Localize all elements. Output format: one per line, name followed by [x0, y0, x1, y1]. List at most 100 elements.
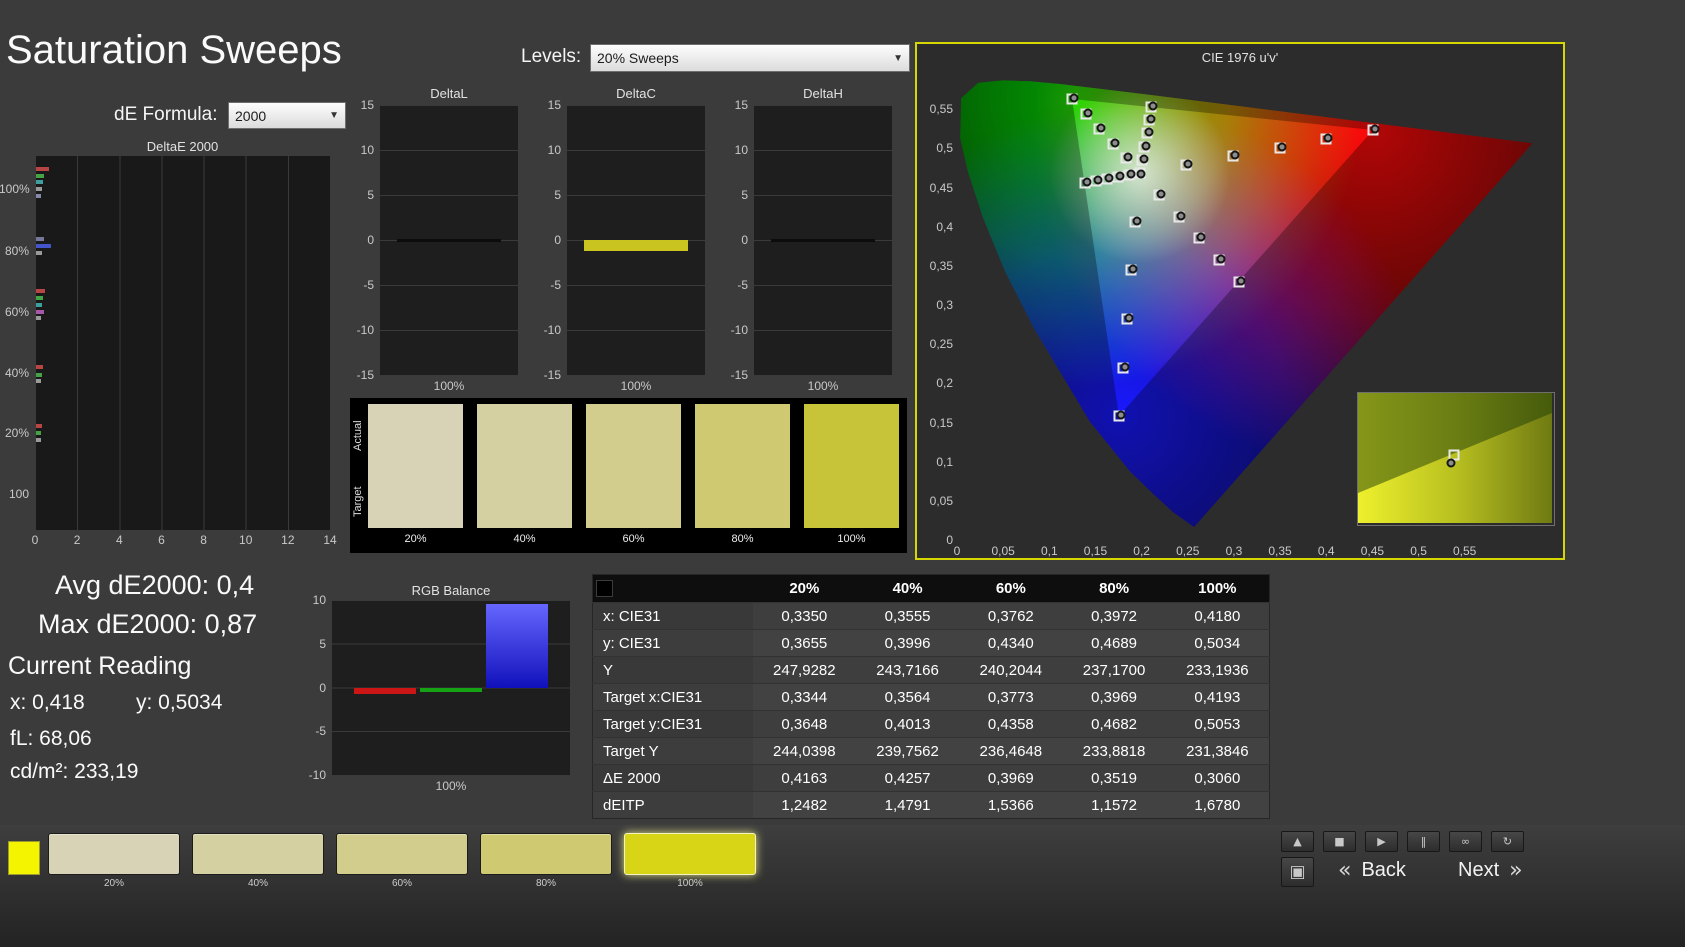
cie-y-tick-label: 0,5 — [936, 141, 953, 156]
saturation-swatch: 40% — [477, 404, 572, 545]
rgb-balance-y-axis: 10 5 0 -5 -10 — [300, 593, 328, 782]
saturation-step-label: 20% — [103, 878, 124, 889]
axis-tick-label: 0 — [319, 680, 326, 695]
table-header-row: 20% 40% 60% 80% 100% — [592, 574, 1270, 603]
cell-value: 1,1572 — [1062, 791, 1166, 819]
deltae-measurement-bar — [36, 372, 42, 377]
cell-value: 0,3648 — [752, 710, 856, 738]
stop-icon[interactable]: ■ — [1323, 831, 1356, 852]
deltal-x-label: 100% — [433, 379, 465, 393]
cie-x-tick-label: 0 — [953, 544, 961, 558]
play-icon[interactable]: ▶ — [1365, 831, 1398, 852]
levels-dropdown[interactable]: 20% Sweeps ▼ — [590, 44, 910, 72]
axis-tick-label: -5 — [737, 278, 748, 292]
cie-x-tick-label: 0,25 — [1176, 544, 1200, 558]
loop-icon[interactable]: ∞ — [1449, 831, 1482, 852]
inset-measure-marker — [1446, 458, 1456, 468]
deltae-measurement-bar — [36, 438, 41, 443]
row-label: dEITP — [592, 791, 753, 819]
axis-tick-label: 0 — [554, 233, 561, 247]
swatch-color — [586, 404, 681, 528]
table-row: ΔE 2000 0,4163 0,4257 0,3969 0,3519 0,3060 — [592, 764, 1270, 792]
cell-value: 0,3996 — [855, 629, 960, 657]
cie-measure-marker — [1183, 159, 1193, 169]
axis-tick-label: -10 — [356, 323, 374, 337]
refresh-icon[interactable]: ↻ — [1491, 831, 1524, 852]
pause-icon[interactable]: ‖ — [1407, 831, 1440, 852]
row-label: y: CIE31 — [592, 629, 753, 657]
deltae-measurement-bar — [36, 243, 52, 248]
axis-tick-label: 14 — [323, 533, 337, 547]
cie-y-tick-label: 0,1 — [936, 454, 953, 469]
axis-tick-label: 10 — [360, 143, 374, 157]
axis-tick-label: 100 — [8, 487, 29, 502]
column-header — [592, 574, 753, 603]
cell-value: 0,4257 — [855, 764, 960, 792]
cie-measure-marker — [1069, 93, 1079, 103]
saturation-step-swatch[interactable] — [624, 833, 756, 875]
cie-x-axis: 0 0,05 0,1 0,15 0,2 0,25 0,3 0,35 0,4 0,45 0,5 0,55 — [954, 544, 1567, 558]
axis-tick-label: 15 — [547, 98, 561, 112]
deltal-chart-title: DeltaL — [430, 86, 468, 101]
layout-icon[interactable]: ▣ — [1281, 857, 1314, 887]
current-reading-title: Current Reading — [8, 652, 192, 680]
cell-value: 247,9282 — [752, 656, 856, 684]
cie-y-tick-label: 0,3 — [936, 298, 953, 312]
blue-balance-bar — [486, 604, 548, 688]
column-header: 60% — [959, 574, 1063, 603]
deltac-chart-title: DeltaC — [616, 86, 656, 101]
cie-y-tick-label: 0,25 — [929, 337, 953, 352]
cie-measure-marker — [1126, 169, 1136, 179]
axis-tick-label: 10 — [734, 143, 748, 157]
saturation-step-label: 80% — [535, 878, 556, 889]
saturation-step-swatch[interactable] — [192, 833, 324, 875]
axis-tick-label: -5 — [363, 278, 374, 292]
axis-tick-label: -10 — [543, 323, 561, 337]
cie-y-tick-label: 0,45 — [929, 180, 953, 195]
deltae-y-axis: 100% 80% 60% 40% 20% 100 — [0, 156, 31, 530]
cell-value: 1,4791 — [855, 791, 960, 819]
deltae-measurement-bar — [36, 187, 42, 192]
saturation-step-swatch[interactable] — [480, 833, 612, 875]
saturation-step-swatch[interactable] — [48, 833, 180, 875]
deltae-measurement-bar — [36, 431, 41, 436]
deltal-bar — [397, 238, 501, 242]
cie-measure-marker — [1370, 124, 1380, 134]
swatch-items: 20% 40% 60% 80% 100% — [368, 404, 899, 545]
axis-tick-label: 0 — [31, 533, 39, 547]
de-formula-value: 2000 — [235, 107, 267, 124]
axis-tick-label: 2 — [73, 533, 81, 547]
deltae-chart — [35, 156, 331, 530]
deltah-bar — [771, 238, 875, 242]
cie-y-tick-label: 0,55 — [929, 102, 953, 117]
cell-value: 0,3519 — [1062, 764, 1166, 792]
swatch-label: 20% — [404, 533, 427, 545]
cie-x-tick-label: 0,55 — [1453, 544, 1477, 558]
cie-chart-panel[interactable]: CIE 1976 u'v' 0,55 0,5 0,45 0,4 0,35 0,3 0,25 0… — [915, 42, 1565, 560]
deltae-measurement-bar — [36, 424, 42, 429]
axis-tick-label: 8 — [200, 533, 207, 547]
column-header: 100% — [1165, 574, 1270, 603]
deltah-y-axis: 15 10 5 0 -5 -10 -15 — [722, 98, 750, 382]
axis-tick-label: 6 — [158, 533, 165, 547]
collapse-icon[interactable]: ▲ — [1281, 831, 1314, 852]
deltae-measurement-bar — [36, 166, 49, 171]
de-formula-dropdown[interactable]: 2000 ▼ — [228, 102, 346, 129]
next-button[interactable]: Next » — [1452, 857, 1529, 884]
table-row: Target x:CIE31 0,3344 0,3564 0,3773 0,3969 0,… — [592, 683, 1270, 711]
cie-x-tick-label: 0,15 — [1083, 544, 1108, 558]
calibration-app-window: Saturation Sweeps dE Formula: 2000 ▼ Lev… — [0, 0, 1685, 947]
cie-measure-marker — [1148, 101, 1158, 111]
axis-tick-label: 0 — [367, 233, 374, 247]
swatch-color — [804, 404, 899, 528]
cie-measure-marker — [1096, 123, 1106, 133]
results-table: 20% 40% 60% 80% 100% x: CIE31 0,3350 0,3555 0,3… — [592, 574, 1270, 819]
cell-value: 0,3969 — [959, 764, 1063, 792]
swatch-color — [477, 404, 572, 528]
deltac-y-axis: 15 10 5 0 -5 -10 -15 — [535, 98, 563, 382]
deltae-measurement-bar — [36, 379, 41, 384]
saturation-step-swatch[interactable] — [336, 833, 468, 875]
axis-tick-label: 15 — [360, 98, 374, 112]
axis-tick-label: 15 — [734, 98, 748, 112]
back-button[interactable]: « Back — [1332, 857, 1412, 884]
